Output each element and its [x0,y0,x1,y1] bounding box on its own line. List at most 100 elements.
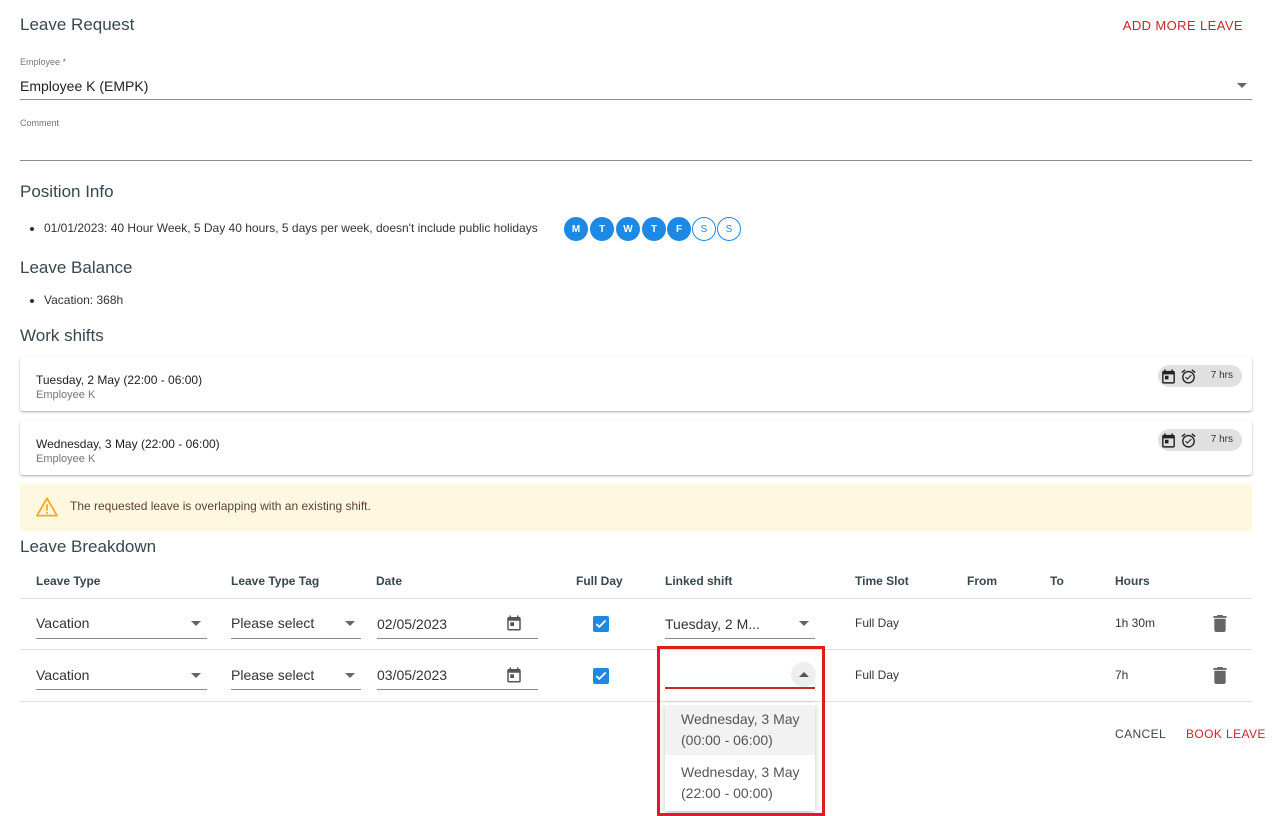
shift-card-employee: Employee K [36,389,96,401]
chevron-down-icon [345,673,355,678]
day-tuesday: T [590,217,614,241]
leave-type-underline [36,638,207,639]
comment-field-label: Comment [20,118,60,128]
comment-field-underline [20,160,1252,161]
linked-shift-value: Tuesday, 2 M... [665,616,760,632]
shift-card[interactable]: Wednesday, 3 May (22:00 - 06:00) Employe… [20,421,1252,475]
linked-shift-option-day: Wednesday, 3 May [681,711,800,727]
calendar-icon[interactable] [505,614,523,632]
book-leave-button[interactable]: BOOK LEAVE [1186,727,1266,741]
work-shifts-title: Work shifts [20,326,104,345]
shift-hours-chip: 7 hrs [1158,365,1242,387]
shift-card[interactable]: Tuesday, 2 May (22:00 - 06:00) Employee … [20,357,1252,411]
leave-balance-entry: Vacation: 368h [44,291,123,309]
employee-field-label: Employee * [20,57,67,67]
chevron-down-icon [799,621,809,626]
full-day-checkbox[interactable] [593,616,609,632]
leave-balance-title: Leave Balance [20,258,133,277]
hours-value: 1h 30m [1115,616,1156,630]
checkmark-icon [595,671,607,681]
linked-shift-underline [665,638,815,639]
linked-shift-select[interactable]: Tuesday, 2 M... [665,606,815,638]
day-saturday: S [692,217,716,241]
shift-hours-value: 7 hrs [1210,434,1233,445]
chevron-down-icon [345,621,355,626]
chevron-down-icon [191,673,201,678]
checkmark-icon [595,619,607,629]
column-header-from: From [967,574,997,588]
date-underline [377,638,538,639]
time-slot-value: Full Day [855,616,900,630]
calendar-icon[interactable] [505,666,523,684]
date-value: 02/05/2023 [377,616,448,632]
trash-icon[interactable] [1213,615,1227,632]
leave-breakdown-title: Leave Breakdown [20,537,157,556]
leave-type-select[interactable]: Vacation [36,658,207,690]
shift-card-title: Wednesday, 3 May (22:00 - 06:00) [36,437,220,451]
full-day-checkbox[interactable] [593,668,609,684]
shift-card-employee: Employee K [36,453,96,465]
linked-shift-option[interactable]: Wednesday, 3 May (22:00 - 00:00) [665,758,815,808]
cancel-button[interactable]: CANCEL [1115,727,1166,741]
column-header-leave-type: Leave Type [36,574,101,588]
employee-select-value: Employee K (EMPK) [20,78,149,94]
comment-input[interactable] [20,132,1252,160]
linked-shift-option-time: (00:00 - 06:00) [681,732,773,748]
shift-hours-chip: 7 hrs [1158,429,1242,451]
leave-type-tag-select[interactable]: Please select [231,658,361,690]
leave-type-underline [36,689,207,690]
linked-shift-option-time: (22:00 - 00:00) [681,785,773,801]
leave-balance-list: Vacation: 368h [44,291,123,309]
day-wednesday: W [616,217,640,241]
shift-hours-value: 7 hrs [1210,370,1233,381]
day-sunday: S [717,217,741,241]
overlap-warning-alert: The requested leave is overlapping with … [20,484,1252,531]
collapse-dropdown-button[interactable] [791,662,816,687]
chevron-up-icon [799,672,809,677]
column-header-full-day: Full Day [576,574,623,588]
leave-type-tag-underline [231,689,361,690]
column-header-hours: Hours [1115,574,1150,588]
hours-value: 7h [1115,668,1129,682]
alarm-clock-icon [1181,369,1196,384]
add-more-leave-button[interactable]: ADD MORE LEAVE [1123,18,1243,33]
column-header-linked-shift: Linked shift [665,574,733,588]
trash-icon[interactable] [1213,667,1227,684]
position-info-list: 01/01/2023: 40 Hour Week, 5 Day 40 hours… [44,219,538,237]
day-thursday: T [642,217,666,241]
table-divider [20,701,1252,702]
warning-icon [36,497,58,517]
position-info-title: Position Info [20,182,114,201]
employee-select[interactable]: Employee K (EMPK) [20,70,1252,100]
column-header-time-slot: Time Slot [855,574,909,588]
day-monday: M [564,217,588,241]
employee-field-underline [20,99,1252,100]
chevron-down-icon [191,621,201,626]
column-header-to: To [1050,574,1064,588]
column-header-leave-type-tag: Leave Type Tag [231,574,320,588]
date-input[interactable]: 03/05/2023 [377,658,538,690]
leave-type-tag-select[interactable]: Please select [231,606,361,638]
page-title: Leave Request [20,15,135,34]
chevron-down-icon [1237,83,1247,88]
linked-shift-option[interactable]: Wednesday, 3 May (00:00 - 06:00) [665,705,815,755]
leave-type-tag-value: Please select [231,667,315,683]
day-friday: F [667,217,691,241]
table-divider [20,649,1252,650]
linked-shift-dropdown-menu: Wednesday, 3 May (00:00 - 06:00) Wednesd… [665,703,815,811]
table-divider [20,598,1252,599]
time-slot-value: Full Day [855,668,900,682]
shift-card-title: Tuesday, 2 May (22:00 - 06:00) [36,373,203,387]
leave-type-select[interactable]: Vacation [36,606,207,638]
leave-type-tag-value: Please select [231,615,315,631]
alarm-clock-icon [1181,433,1196,448]
overlap-warning-text: The requested leave is overlapping with … [70,499,371,513]
calendar-icon [1162,369,1175,384]
date-input[interactable]: 02/05/2023 [377,606,538,638]
linked-shift-option-day: Wednesday, 3 May [681,764,800,780]
leave-type-value: Vacation [36,667,90,683]
date-underline [377,689,538,690]
column-header-date: Date [376,574,403,588]
leave-type-tag-underline [231,638,361,639]
calendar-icon [1162,433,1175,448]
